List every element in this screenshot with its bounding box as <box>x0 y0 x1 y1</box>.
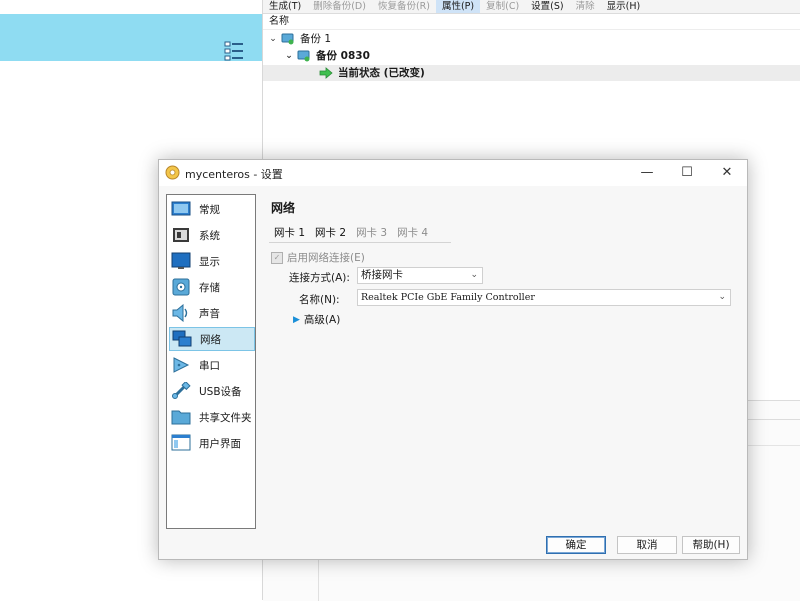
dialog-titlebar[interactable]: mycenteros - 设置 — ☐ ✕ <box>159 160 747 186</box>
category-item-serial-port[interactable]: 串口 <box>169 353 255 377</box>
toolbar-discard[interactable]: 清除 <box>570 0 601 13</box>
settings-category-list: 常规 系统 显示 存储 声音 网络 串口 USB设备 共享文件夹 用户界面 <box>166 194 256 529</box>
tab-adapter-4[interactable]: 网卡 4 <box>392 226 433 242</box>
cancel-button[interactable]: 取消 <box>617 536 677 554</box>
maximize-button[interactable]: ☐ <box>667 160 707 186</box>
virtualbox-settings-icon <box>165 165 180 180</box>
category-item-system[interactable]: 系统 <box>169 223 255 247</box>
ok-button[interactable]: 确定 <box>546 536 606 554</box>
snapshot-icon <box>281 33 294 45</box>
attached-to-select[interactable]: 桥接网卡 ⌄ <box>357 267 483 284</box>
chevron-down-icon: ⌄ <box>470 270 478 280</box>
category-label: 网络 <box>200 333 221 346</box>
tab-adapter-1[interactable]: 网卡 1 <box>269 226 310 242</box>
enable-adapter-row: ✓ 启用网络连接(E) <box>271 250 365 265</box>
category-label: 存储 <box>199 281 220 294</box>
snapshot-toolbar: 生成(T) 删除备份(D) 恢复备份(R) 属性(P) 复制(C) 设置(S) … <box>263 0 800 14</box>
serial-port-icon <box>173 357 190 373</box>
category-label: 用户界面 <box>199 437 241 450</box>
adapter-name-select[interactable]: Realtek PCIe GbE Family Controller ⌄ <box>357 289 731 306</box>
advanced-toggle[interactable]: ▶ 高级(A) <box>293 312 340 327</box>
snapshot-row-current-state[interactable]: 当前状态 (已改变) <box>263 65 800 81</box>
usb-icon <box>172 382 191 399</box>
category-label: 系统 <box>199 229 220 242</box>
current-state-arrow-icon <box>319 67 333 79</box>
category-label: 显示 <box>199 255 220 268</box>
category-item-audio[interactable]: 声音 <box>169 301 255 325</box>
attached-to-label: 连接方式(A): <box>289 272 350 284</box>
toolbar-show[interactable]: 显示(H) <box>601 0 647 13</box>
toolbar-settings[interactable]: 设置(S) <box>525 0 569 13</box>
audio-icon <box>172 304 188 322</box>
expand-arrow-icon: ▶ <box>293 314 300 325</box>
enable-adapter-checkbox[interactable]: ✓ <box>271 251 283 264</box>
general-icon <box>171 201 191 216</box>
adapter-tabs: 网卡 1 网卡 2 网卡 3 网卡 4 <box>269 226 451 243</box>
category-item-shared-folders[interactable]: 共享文件夹 <box>169 405 255 429</box>
snapshot-row[interactable]: ⌄ 备份 0830 <box>283 48 370 64</box>
category-item-display[interactable]: 显示 <box>169 249 255 273</box>
close-button[interactable]: ✕ <box>707 160 747 186</box>
snapshot-row[interactable]: ⌄ 备份 1 <box>267 31 331 47</box>
snapshot-label: 当前状态 (已改变) <box>338 67 425 79</box>
chevron-down-icon[interactable]: ⌄ <box>267 31 279 47</box>
user-interface-icon <box>171 434 191 451</box>
toolbar-delete-snapshot[interactable]: 删除备份(D) <box>307 0 372 13</box>
machine-list-header <box>0 14 262 61</box>
attached-to-value: 桥接网卡 <box>361 269 403 281</box>
category-item-network[interactable]: 网络 <box>169 327 255 351</box>
tab-adapter-3[interactable]: 网卡 3 <box>351 226 392 242</box>
storage-icon <box>172 278 190 296</box>
category-label: 共享文件夹 <box>199 411 252 424</box>
toolbar-properties[interactable]: 属性(P) <box>435 0 481 13</box>
shared-folder-icon <box>171 410 191 425</box>
toolbar-restore-snapshot[interactable]: 恢复备份(R) <box>372 0 436 13</box>
category-label: 串口 <box>199 359 220 372</box>
toolbar-clone[interactable]: 复制(C) <box>480 0 525 13</box>
category-item-user-interface[interactable]: 用户界面 <box>169 431 255 455</box>
advanced-label: 高级(A) <box>303 314 341 326</box>
toolbar-take-snapshot[interactable]: 生成(T) <box>263 0 307 13</box>
category-item-storage[interactable]: 存储 <box>169 275 255 299</box>
dialog-title: mycenteros - 设置 <box>185 168 283 181</box>
display-icon <box>171 252 191 269</box>
system-icon <box>173 228 189 242</box>
snapshot-icon <box>297 50 310 62</box>
enable-adapter-label: 启用网络连接(E) <box>287 252 365 264</box>
snapshot-label: 备份 1 <box>300 33 332 45</box>
adapter-name-value: Realtek PCIe GbE Family Controller <box>361 292 535 303</box>
category-item-usb[interactable]: USB设备 <box>169 379 255 403</box>
snapshot-label: 备份 0830 <box>316 50 370 62</box>
category-label: 常规 <box>199 203 220 216</box>
adapter-name-label: 名称(N): <box>299 294 340 306</box>
snapshot-column-header[interactable]: 名称 <box>263 14 800 30</box>
chevron-down-icon[interactable]: ⌄ <box>283 48 295 64</box>
category-label: USB设备 <box>199 385 242 398</box>
section-title: 网络 <box>271 201 296 215</box>
tab-adapter-2[interactable]: 网卡 2 <box>310 226 351 242</box>
category-item-general[interactable]: 常规 <box>169 197 255 221</box>
category-label: 声音 <box>199 307 220 320</box>
settings-dialog: mycenteros - 设置 — ☐ ✕ 常规 系统 显示 存储 声音 网络 <box>158 159 748 560</box>
chevron-down-icon: ⌄ <box>718 292 726 302</box>
network-icon <box>172 330 192 347</box>
help-button[interactable]: 帮助(H) <box>682 536 740 554</box>
list-menu-icon[interactable] <box>224 40 244 62</box>
minimize-button[interactable]: — <box>627 160 667 186</box>
